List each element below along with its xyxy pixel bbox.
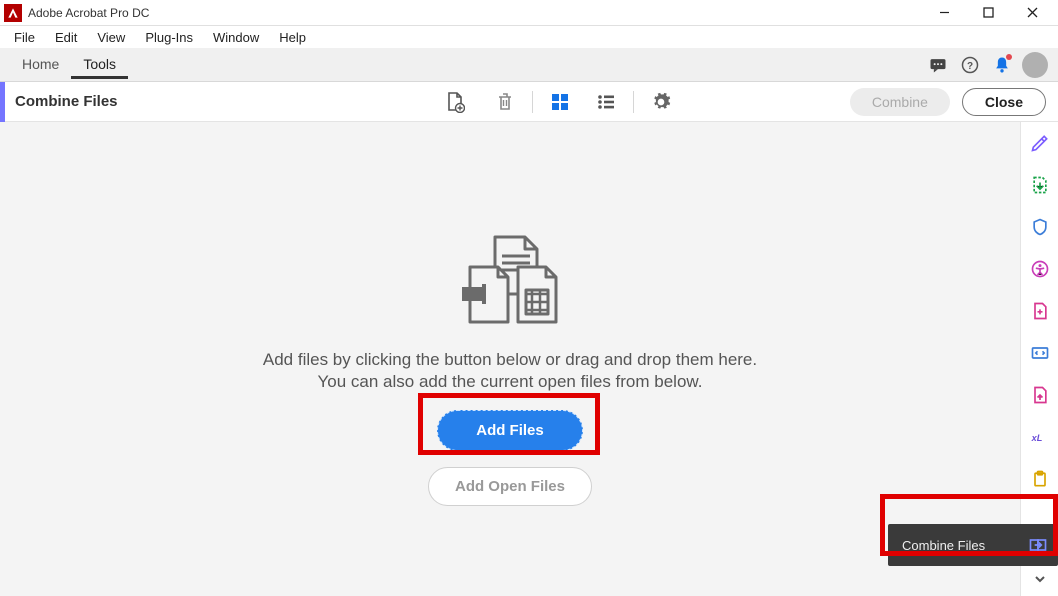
add-open-files-button[interactable]: Add Open Files: [428, 467, 592, 506]
protect-icon[interactable]: [1029, 216, 1051, 238]
nav-home[interactable]: Home: [10, 50, 71, 79]
svg-text:?: ?: [967, 60, 973, 71]
create-pdf-icon[interactable]: [1029, 300, 1051, 322]
window-controls: [922, 0, 1054, 26]
maximize-button[interactable]: [966, 0, 1010, 26]
menu-help[interactable]: Help: [269, 28, 316, 47]
notifications-icon[interactable]: [986, 49, 1018, 81]
prompt-line-2: You can also add the current open files …: [318, 372, 703, 392]
combine-tooltip-label: Combine Files: [902, 538, 985, 553]
menu-file[interactable]: File: [4, 28, 45, 47]
redact-icon[interactable]: xL: [1029, 426, 1051, 448]
toolbar-accent: [0, 82, 5, 122]
separator: [532, 91, 533, 113]
help-icon[interactable]: ?: [954, 49, 986, 81]
menu-bar: File Edit View Plug-Ins Window Help: [0, 26, 1058, 48]
titlebar: Adobe Acrobat Pro DC: [0, 0, 1058, 26]
code-icon[interactable]: [1029, 342, 1051, 364]
prompt-line-1: Add files by clicking the button below o…: [263, 350, 757, 370]
nav-bar: Home Tools ?: [0, 48, 1058, 82]
toolbar-title: Combine Files: [13, 93, 118, 110]
files-illustration-icon: [440, 232, 580, 332]
combine-files-icon: [1028, 535, 1048, 555]
menu-plugins[interactable]: Plug-Ins: [135, 28, 203, 47]
minimize-button[interactable]: [922, 0, 966, 26]
add-file-icon[interactable]: [438, 85, 472, 119]
close-button[interactable]: Close: [962, 88, 1046, 116]
dropzone[interactable]: Add files by clicking the button below o…: [0, 122, 1020, 596]
menu-view[interactable]: View: [87, 28, 135, 47]
menu-edit[interactable]: Edit: [45, 28, 87, 47]
edit-pdf-icon[interactable]: [1029, 132, 1051, 154]
close-window-button[interactable]: [1010, 0, 1054, 26]
list-view-icon[interactable]: [589, 85, 623, 119]
toolbar: Combine Files Combine Close: [0, 82, 1058, 122]
nav-tools[interactable]: Tools: [71, 50, 128, 79]
window-title: Adobe Acrobat Pro DC: [28, 6, 922, 20]
delete-icon[interactable]: [488, 85, 522, 119]
settings-icon[interactable]: [644, 85, 678, 119]
clipboard-icon[interactable]: [1029, 468, 1051, 490]
svg-text:xL: xL: [1030, 433, 1042, 443]
accessibility-icon[interactable]: [1029, 258, 1051, 280]
combine-files-tooltip[interactable]: Combine Files: [888, 524, 1058, 566]
add-files-button[interactable]: Add Files: [437, 410, 583, 451]
separator: [633, 91, 634, 113]
chevron-down-icon[interactable]: [1029, 568, 1051, 590]
comments-icon[interactable]: [922, 49, 954, 81]
user-avatar[interactable]: [1022, 52, 1048, 78]
export-pdf-icon[interactable]: [1029, 174, 1051, 196]
combine-button: Combine: [850, 88, 950, 116]
grid-view-icon[interactable]: [543, 85, 577, 119]
app-logo-icon: [4, 4, 22, 22]
menu-window[interactable]: Window: [203, 28, 269, 47]
organize-icon[interactable]: [1029, 384, 1051, 406]
work-area: Add files by clicking the button below o…: [0, 122, 1058, 596]
